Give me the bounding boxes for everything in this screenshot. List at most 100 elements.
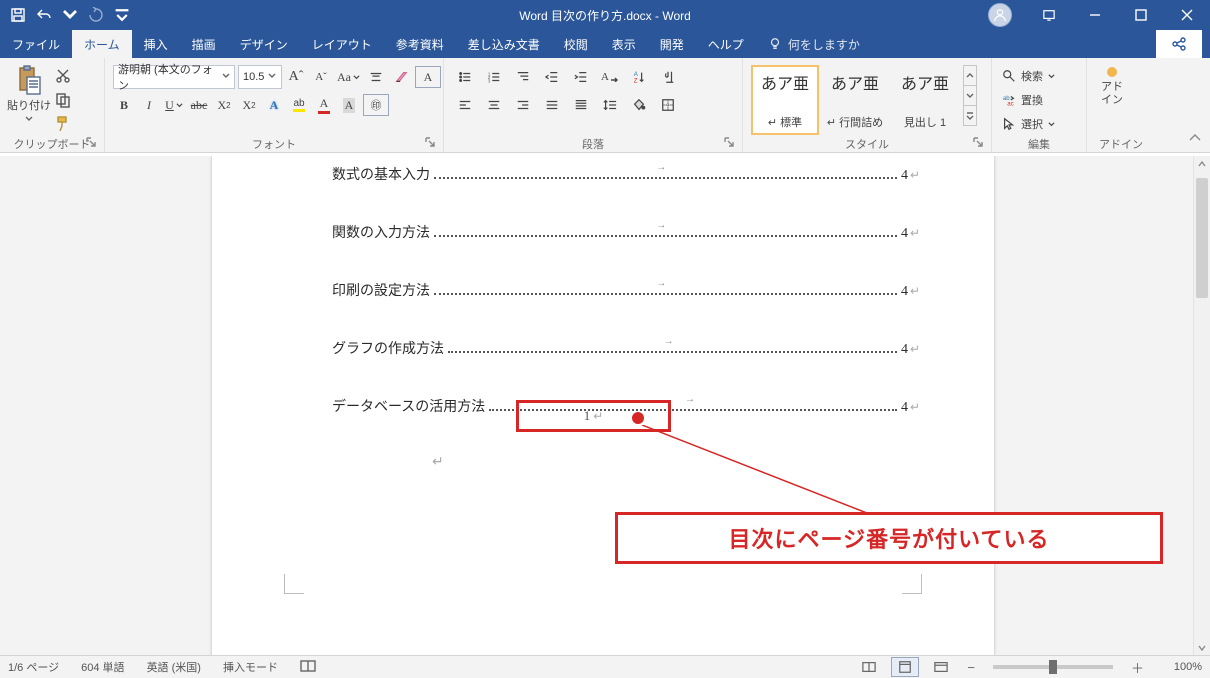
status-language[interactable]: 英語 (米国)	[147, 659, 201, 675]
status-insert-mode[interactable]: 挿入モード	[223, 659, 278, 675]
numbering-icon[interactable]: 123	[481, 66, 507, 88]
zoom-thumb[interactable]	[1049, 660, 1057, 674]
underline-button[interactable]: U	[163, 94, 185, 116]
status-words[interactable]: 604 単語	[81, 659, 124, 675]
share-button[interactable]	[1156, 30, 1202, 58]
paste-button[interactable]: 貼り付け	[4, 61, 54, 123]
find-button[interactable]: 検索	[1002, 65, 1055, 87]
toc-entry[interactable]: グラフの作成方法 → 4 ↵	[332, 338, 920, 358]
shading-icon[interactable]	[626, 94, 652, 116]
font-color-icon[interactable]: A	[313, 94, 335, 116]
toc-entry[interactable]: 数式の基本入力 → 4 ↵	[332, 164, 920, 184]
collapse-ribbon-icon[interactable]	[1188, 131, 1202, 148]
format-painter-icon[interactable]	[54, 115, 72, 133]
dialog-launcher-icon[interactable]	[971, 137, 985, 151]
align-center-icon[interactable]	[481, 94, 507, 116]
character-border-icon[interactable]: A	[415, 66, 441, 88]
maximize-icon[interactable]	[1118, 0, 1164, 30]
cut-icon[interactable]	[54, 67, 72, 85]
minimize-icon[interactable]	[1072, 0, 1118, 30]
dialog-launcher-icon[interactable]	[722, 137, 736, 151]
replace-button[interactable]: abac 置換	[1002, 89, 1055, 111]
bold-button[interactable]: B	[113, 94, 135, 116]
superscript-button[interactable]: X2	[238, 94, 260, 116]
increase-indent-icon[interactable]	[568, 66, 594, 88]
tab-review[interactable]: 校閲	[552, 30, 600, 58]
justify-icon[interactable]	[539, 94, 565, 116]
style-gallery-scroll[interactable]	[963, 65, 977, 126]
zoom-out-button[interactable]: −	[963, 660, 979, 675]
subscript-button[interactable]: X2	[213, 94, 235, 116]
macro-record-icon[interactable]	[300, 659, 316, 676]
highlight-icon[interactable]: ab	[288, 94, 310, 116]
bullets-icon[interactable]	[452, 66, 478, 88]
chevron-up-icon[interactable]	[963, 65, 977, 85]
copy-icon[interactable]	[54, 91, 72, 109]
tab-design[interactable]: デザイン	[228, 30, 300, 58]
view-read-mode-icon[interactable]	[855, 657, 883, 677]
text-effects-icon[interactable]: A	[263, 94, 285, 116]
user-avatar[interactable]	[988, 3, 1012, 27]
align-right-icon[interactable]	[510, 94, 536, 116]
tab-view[interactable]: 表示	[600, 30, 648, 58]
multilevel-list-icon[interactable]	[510, 66, 536, 88]
view-web-layout-icon[interactable]	[927, 657, 955, 677]
change-case-icon[interactable]: Aa	[335, 66, 362, 88]
tab-developer[interactable]: 開発	[648, 30, 696, 58]
scroll-down-icon[interactable]	[1194, 640, 1210, 656]
tab-insert[interactable]: 挿入	[132, 30, 180, 58]
ribbon-display-options-icon[interactable]	[1026, 0, 1072, 30]
expand-gallery-icon[interactable]	[963, 105, 977, 126]
zoom-slider[interactable]	[993, 665, 1113, 669]
align-left-icon[interactable]	[452, 94, 478, 116]
status-page[interactable]: 1/6 ページ	[8, 659, 59, 675]
tab-draw[interactable]: 描画	[180, 30, 228, 58]
font-size-combo[interactable]: 10.5	[238, 65, 282, 89]
sort-icon[interactable]: AZ	[626, 66, 652, 88]
tab-home[interactable]: ホーム	[72, 30, 132, 58]
text-direction-icon[interactable]: A	[597, 66, 623, 88]
tell-me-search[interactable]: 何をしますか	[756, 30, 872, 58]
undo-more-icon[interactable]	[62, 7, 78, 23]
qat-customize-icon[interactable]	[114, 7, 130, 23]
addin-button[interactable]: アド イン	[1091, 61, 1133, 107]
strikethrough-button[interactable]: abc	[188, 94, 210, 116]
redo-icon[interactable]	[88, 7, 104, 23]
line-spacing-icon[interactable]	[597, 94, 623, 116]
phonetic-guide-icon[interactable]	[365, 66, 387, 88]
zoom-value[interactable]: 100%	[1156, 661, 1202, 673]
scroll-track[interactable]	[1194, 172, 1210, 640]
increase-font-icon[interactable]: Aˆ	[285, 66, 307, 88]
style-heading1[interactable]: あア亜 見出し 1	[891, 65, 959, 135]
toc-entry[interactable]: 印刷の設定方法 → 4 ↵	[332, 280, 920, 300]
distributed-icon[interactable]	[568, 94, 594, 116]
show-marks-icon[interactable]	[655, 66, 681, 88]
dialog-launcher-icon[interactable]	[423, 137, 437, 151]
character-shading-icon[interactable]: A	[338, 94, 360, 116]
style-normal[interactable]: あア亜 ↵標準	[751, 65, 819, 135]
undo-icon[interactable]	[36, 7, 52, 23]
decrease-indent-icon[interactable]	[539, 66, 565, 88]
tab-references[interactable]: 参考資料	[384, 30, 456, 58]
font-family-combo[interactable]: 游明朝 (本文のフォン	[113, 65, 235, 89]
dialog-launcher-icon[interactable]	[84, 137, 98, 151]
scroll-thumb[interactable]	[1196, 178, 1208, 298]
enclose-characters-icon[interactable]: ㊞	[363, 94, 389, 116]
toc-entry[interactable]: 関数の入力方法 → 4 ↵	[332, 222, 920, 242]
tab-file[interactable]: ファイル	[0, 30, 72, 58]
decrease-font-icon[interactable]: Aˇ	[310, 66, 332, 88]
borders-icon[interactable]	[655, 94, 681, 116]
clear-formatting-icon[interactable]	[390, 66, 412, 88]
style-no-spacing[interactable]: あア亜 ↵行間詰め	[821, 65, 889, 135]
select-button[interactable]: 選択	[1002, 113, 1055, 135]
tab-mailings[interactable]: 差し込み文書	[456, 30, 552, 58]
zoom-in-button[interactable]: ＋	[1127, 658, 1148, 677]
vertical-scrollbar[interactable]	[1193, 156, 1210, 656]
document-page[interactable]: 数式の基本入力 → 4 ↵ 関数の入力方法 → 4 ↵ 印刷の設定方法 → 4 …	[212, 156, 994, 656]
scroll-up-icon[interactable]	[1194, 156, 1210, 172]
close-icon[interactable]	[1164, 0, 1210, 30]
view-print-layout-icon[interactable]	[891, 657, 919, 677]
chevron-down-icon[interactable]	[963, 85, 977, 105]
italic-button[interactable]: I	[138, 94, 160, 116]
tab-help[interactable]: ヘルプ	[696, 30, 756, 58]
